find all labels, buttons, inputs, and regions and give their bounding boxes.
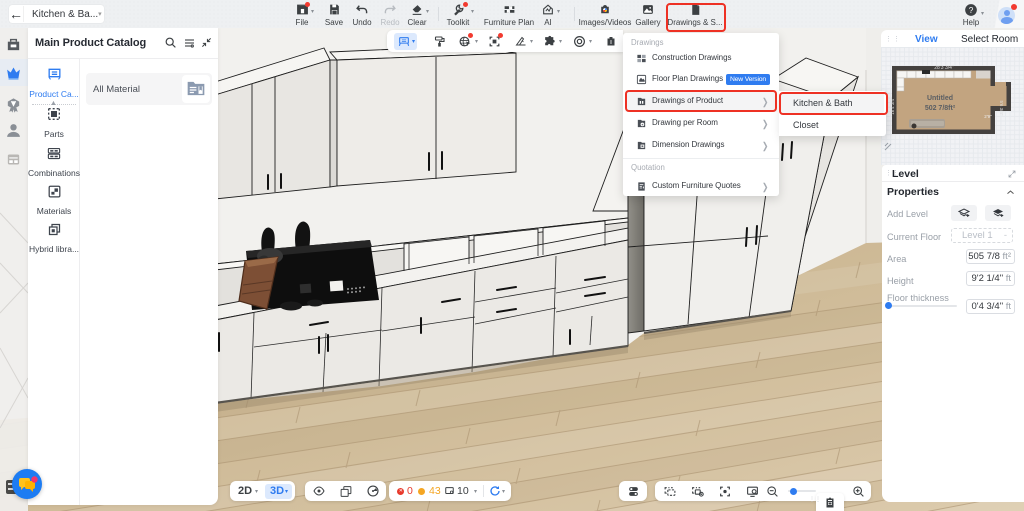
svg-text:16'4 3/4": 16'4 3/4" xyxy=(890,97,895,115)
svg-text:502 7/8ft²: 502 7/8ft² xyxy=(925,105,956,112)
svg-text:?: ? xyxy=(969,6,974,15)
svg-text:5'6 3/4": 5'6 3/4" xyxy=(999,101,1004,116)
svg-text:24'3/8": 24'3/8" xyxy=(937,136,951,141)
svg-text:28'3 3/4": 28'3 3/4" xyxy=(934,65,954,71)
svg-text:2'9": 2'9" xyxy=(984,114,992,119)
svg-text:Untitled: Untitled xyxy=(927,95,953,102)
